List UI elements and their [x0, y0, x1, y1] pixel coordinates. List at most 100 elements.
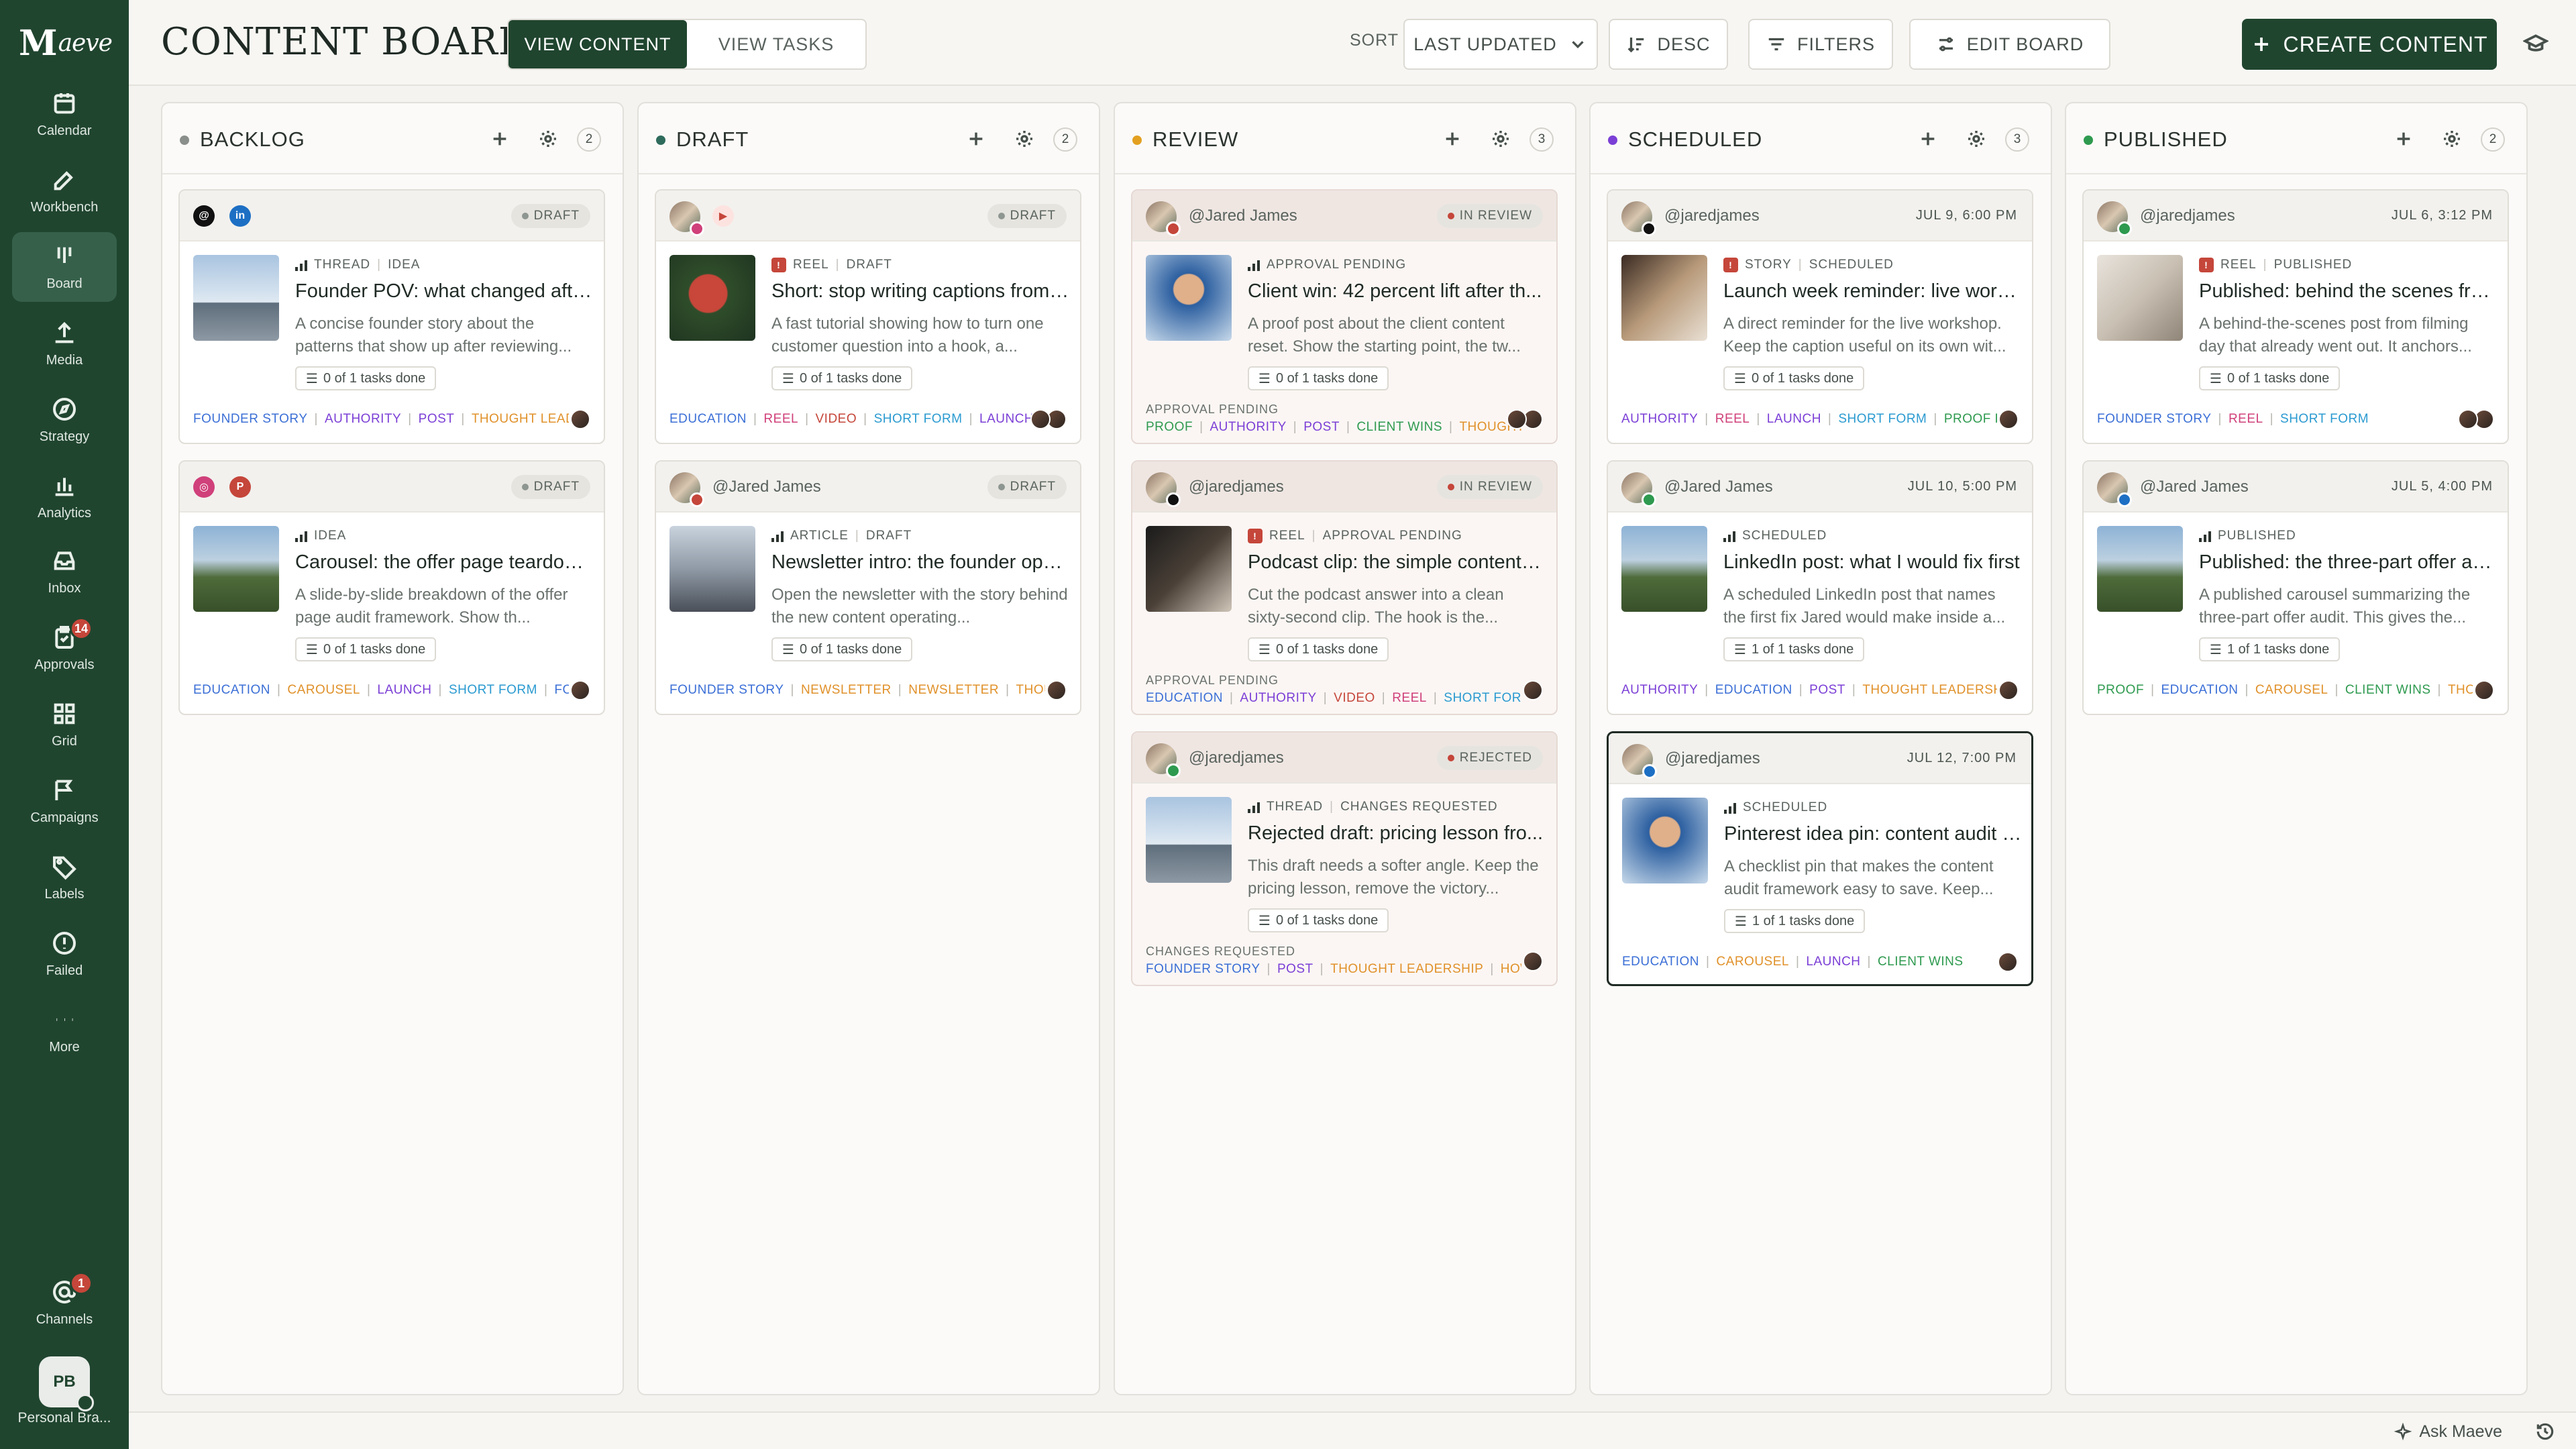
tag[interactable]: THOUGH: [1016, 683, 1045, 698]
content-card[interactable]: @Jared James JUL 10, 5:00 PM SCHEDULED Li…: [1607, 460, 2033, 715]
tag[interactable]: THOUGHT LEADERSHIP: [1862, 683, 1997, 698]
add-card-button[interactable]: [1437, 123, 1468, 154]
view-tasks-tab[interactable]: VIEW TASKS: [687, 20, 865, 68]
content-card[interactable]: @jaredjames JUL 9, 6:00 PM ! STORY | SCHEDUL…: [1607, 189, 2033, 444]
task-progress[interactable]: ☰ 0 of 1 tasks done: [1248, 908, 1389, 932]
content-card[interactable]: @Jared James DRAFT ARTICLE | DRAFT Newslett…: [655, 460, 1081, 715]
task-progress[interactable]: ☰ 0 of 1 tasks done: [771, 637, 913, 661]
tag[interactable]: EDUCATION: [193, 683, 270, 698]
tag[interactable]: CAROUSEL: [287, 683, 360, 698]
tag[interactable]: CLIENT WINS: [1356, 420, 1442, 435]
tag[interactable]: SHORT FORM: [2280, 412, 2369, 427]
tag[interactable]: EDUCATION: [1622, 955, 1699, 969]
tag[interactable]: FOUNDER STORY: [669, 683, 784, 698]
tag[interactable]: HOW-: [1501, 962, 1521, 977]
tag[interactable]: LAUNCH: [979, 412, 1034, 427]
task-progress[interactable]: ☰ 0 of 1 tasks done: [1248, 366, 1389, 390]
tag[interactable]: EDUCATION: [1715, 683, 1792, 698]
column-settings-button[interactable]: [1485, 123, 1516, 154]
tag[interactable]: LAUNCH: [1767, 412, 1821, 427]
task-progress[interactable]: ☰ 0 of 1 tasks done: [1723, 366, 1865, 390]
column-settings-button[interactable]: [1961, 123, 1992, 154]
tag[interactable]: FOUNDER STORY: [1146, 962, 1260, 977]
sidebar-item-board[interactable]: Board: [12, 232, 117, 302]
app-logo[interactable]: Maeve: [19, 23, 113, 64]
column-settings-button[interactable]: [2436, 123, 2467, 154]
add-card-button[interactable]: [961, 123, 991, 154]
tag[interactable]: NEWSLETTER: [801, 683, 892, 698]
tag[interactable]: AUTHORITY: [1621, 683, 1698, 698]
tag[interactable]: PROOF: [1146, 420, 1193, 435]
tag[interactable]: REEL: [1392, 691, 1427, 706]
tag[interactable]: LAUNCH: [1806, 955, 1860, 969]
task-progress[interactable]: ☰ 1 of 1 tasks done: [2199, 637, 2341, 661]
column-settings-button[interactable]: [533, 123, 564, 154]
tag[interactable]: PROOF: [2097, 683, 2144, 698]
content-card[interactable]: @jaredjames JUL 12, 7:00 PM SCHEDULED Pin…: [1607, 731, 2033, 986]
history-button[interactable]: [2534, 1421, 2556, 1442]
tag[interactable]: FOUNDER STORY: [193, 412, 308, 427]
tag[interactable]: FOU: [554, 683, 569, 698]
task-progress[interactable]: ☰ 1 of 1 tasks done: [1723, 637, 1865, 661]
tag[interactable]: EDUCATION: [1146, 691, 1223, 706]
sidebar-item-more[interactable]: More: [12, 996, 117, 1065]
create-content-button[interactable]: CREATE CONTENT: [2242, 19, 2497, 70]
sidebar-item-media[interactable]: Media: [12, 309, 117, 378]
tag[interactable]: THOU: [2448, 683, 2473, 698]
column-settings-button[interactable]: [1009, 123, 1040, 154]
tag[interactable]: VIDEO: [816, 412, 857, 427]
tag[interactable]: REEL: [763, 412, 798, 427]
add-card-button[interactable]: [484, 123, 515, 154]
tag[interactable]: FOUNDER STORY: [2097, 412, 2212, 427]
tag[interactable]: PROOF PO: [1944, 412, 1997, 427]
task-progress[interactable]: ☰ 0 of 1 tasks done: [1248, 637, 1389, 661]
sidebar-item-approvals[interactable]: Approvals 14: [12, 613, 117, 683]
tag[interactable]: NEWSLETTER: [908, 683, 999, 698]
tag[interactable]: EDUCATION: [669, 412, 747, 427]
view-content-tab[interactable]: VIEW CONTENT: [508, 20, 687, 68]
content-card[interactable]: ◎ P DRAFT IDEA Carousel: the offer page t…: [178, 460, 605, 715]
filters-button[interactable]: FILTERS: [1748, 19, 1893, 70]
tag[interactable]: POST: [419, 412, 455, 427]
content-card[interactable]: @Jared James JUL 5, 4:00 PM PUBLISHED Pub…: [2082, 460, 2509, 715]
tag[interactable]: AUTHORITY: [1621, 412, 1698, 427]
sort-select[interactable]: LAST UPDATED: [1403, 19, 1598, 70]
edit-board-button[interactable]: EDIT BOARD: [1909, 19, 2110, 70]
tag[interactable]: REEL: [2229, 412, 2263, 427]
content-card[interactable]: @jaredjames IN REVIEW ! REEL | APPROVAL PEND…: [1131, 460, 1558, 715]
order-button[interactable]: DESC: [1609, 19, 1728, 70]
profile-avatar[interactable]: PB: [39, 1356, 94, 1411]
tag[interactable]: SHORT FORM: [1838, 412, 1927, 427]
sidebar-item-calendar[interactable]: Calendar: [12, 79, 117, 149]
task-progress[interactable]: ☰ 0 of 1 tasks done: [771, 366, 913, 390]
sidebar-item-campaigns[interactable]: Campaigns: [12, 766, 117, 836]
tag[interactable]: AUTHORITY: [1210, 420, 1287, 435]
academy-button[interactable]: [2517, 25, 2555, 63]
add-card-button[interactable]: [2388, 123, 2419, 154]
tag[interactable]: REEL: [1715, 412, 1750, 427]
tag[interactable]: CAROUSEL: [2255, 683, 2328, 698]
sidebar-item-channels[interactable]: Channels 1: [12, 1268, 117, 1338]
sidebar-item-inbox[interactable]: Inbox: [12, 537, 117, 606]
tag[interactable]: SHORT FORM: [449, 683, 537, 698]
ask-maeve-button[interactable]: Ask Maeve: [2394, 1422, 2502, 1442]
content-card[interactable]: @Jared James IN REVIEW APPROVAL PENDING C…: [1131, 189, 1558, 444]
add-card-button[interactable]: [1913, 123, 1943, 154]
sidebar-item-grid[interactable]: Grid: [12, 690, 117, 759]
sidebar-item-labels[interactable]: Labels: [12, 843, 117, 912]
sidebar-item-failed[interactable]: Failed: [12, 919, 117, 989]
tag[interactable]: SHORT FORM: [1444, 691, 1521, 706]
tag[interactable]: CLIENT WINS: [1878, 955, 1964, 969]
task-progress[interactable]: ☰ 1 of 1 tasks done: [1724, 909, 1866, 933]
tag[interactable]: SHORT FORM: [874, 412, 963, 427]
tag[interactable]: LAUNCH: [377, 683, 431, 698]
content-card[interactable]: @jaredjames JUL 6, 3:12 PM ! REEL | PUBLISHE…: [2082, 189, 2509, 444]
tag[interactable]: VIDEO: [1334, 691, 1375, 706]
sidebar-item-strategy[interactable]: Strategy: [12, 385, 117, 455]
task-progress[interactable]: ☰ 0 of 1 tasks done: [2199, 366, 2341, 390]
content-card[interactable]: ▶ DRAFT ! REEL | DRAFT Short: stop writing c…: [655, 189, 1081, 444]
tag[interactable]: CAROUSEL: [1716, 955, 1789, 969]
tag[interactable]: AUTHORITY: [325, 412, 401, 427]
tag[interactable]: AUTHORITY: [1240, 691, 1316, 706]
content-card[interactable]: @ in DRAFT THREAD | IDEA Founder POV: what …: [178, 189, 605, 444]
